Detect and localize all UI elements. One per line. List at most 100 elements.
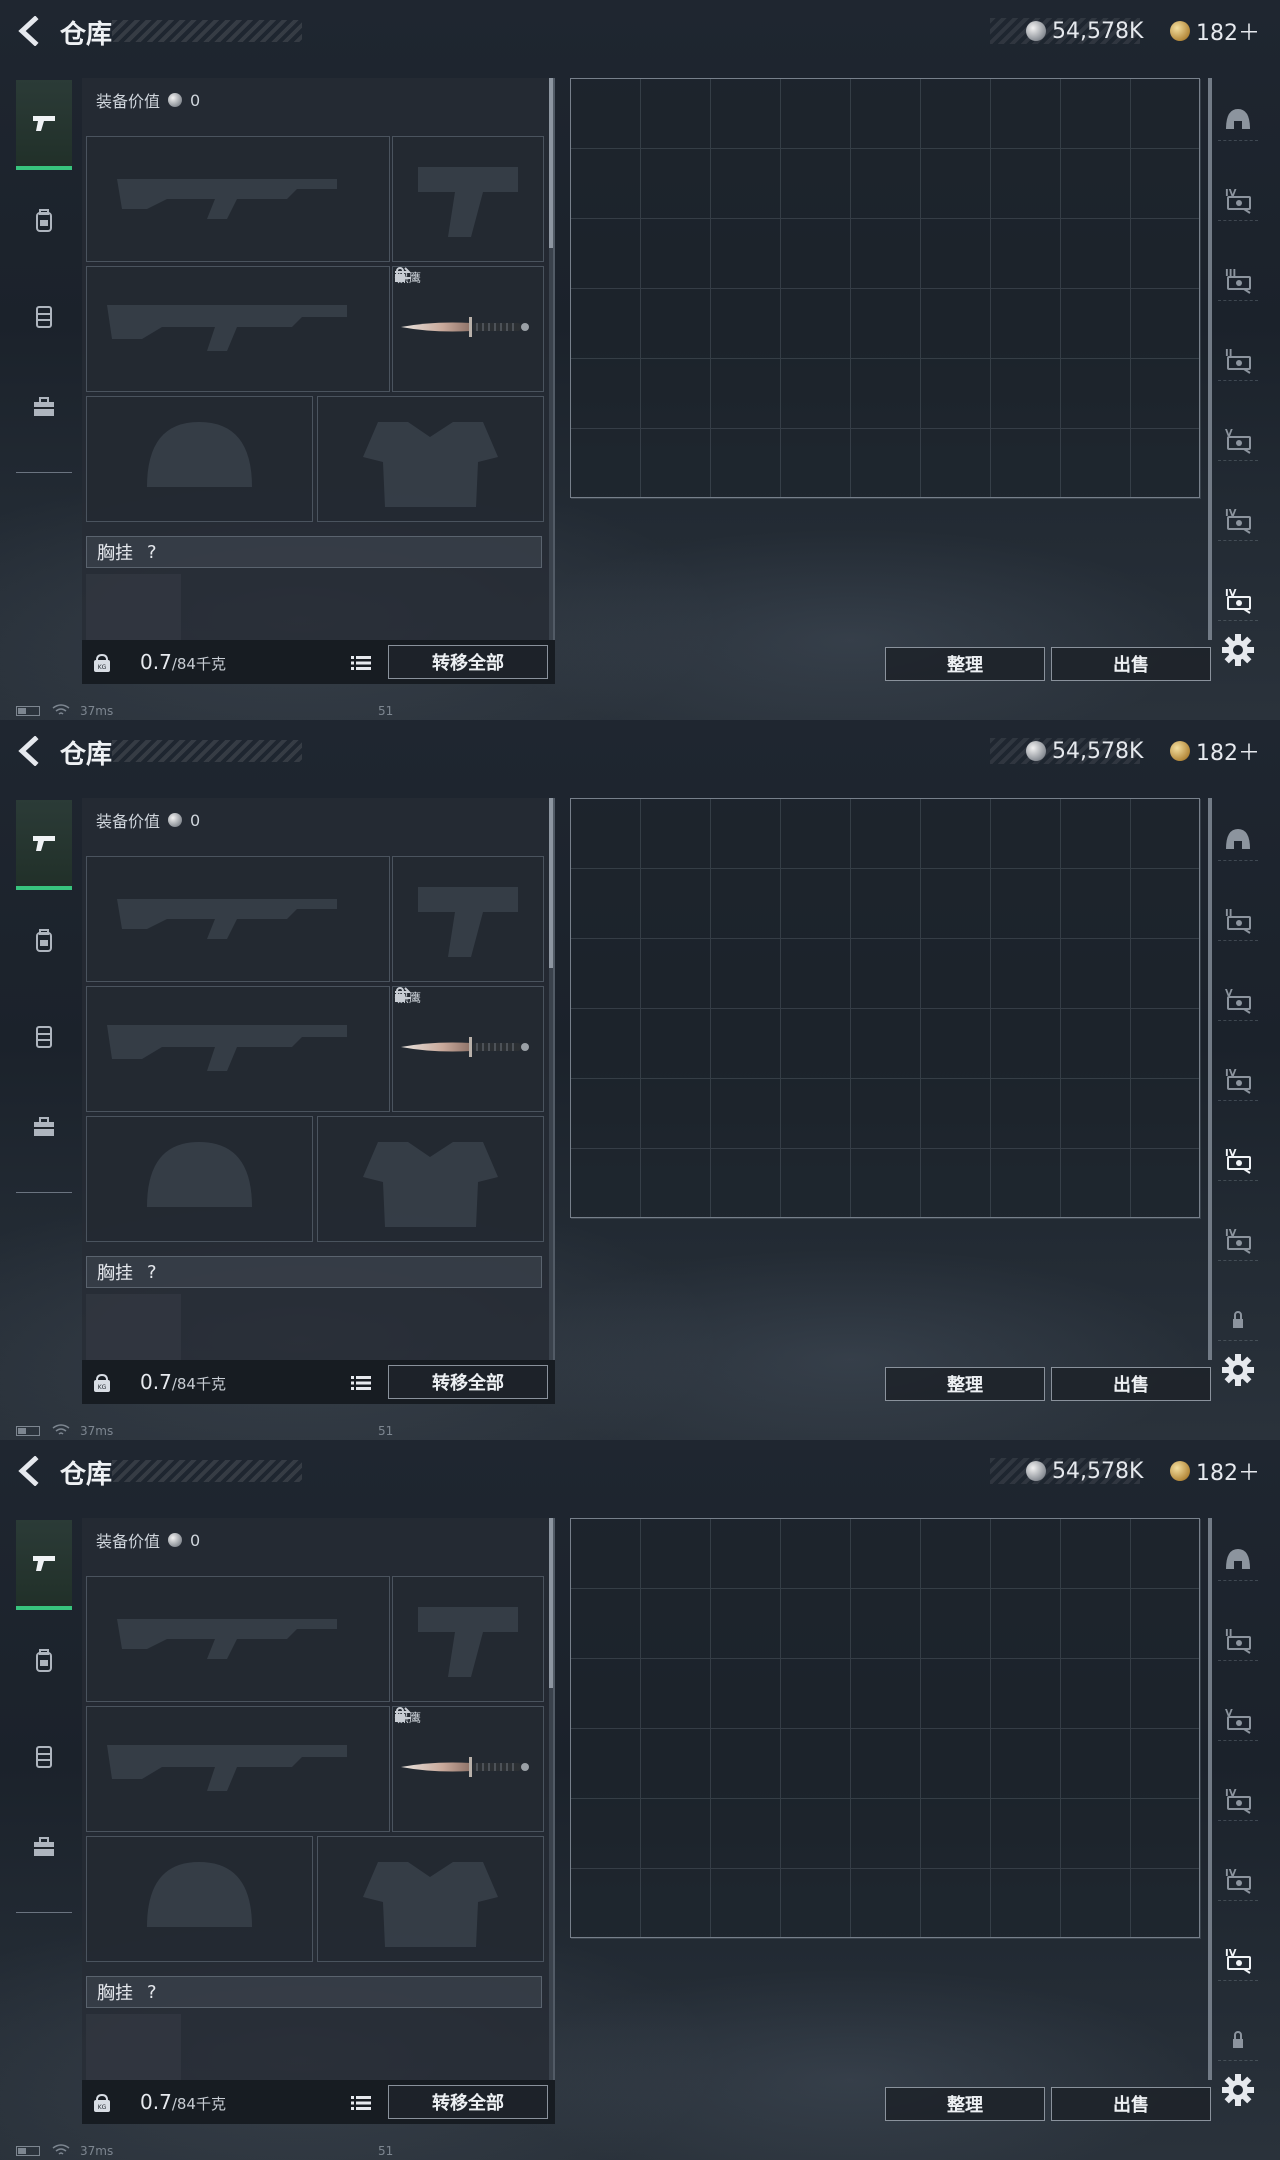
nav-toolbox[interactable] <box>16 362 72 452</box>
storage-tab-3[interactable]: V <box>1218 1700 1258 1741</box>
grid-cell[interactable] <box>1131 359 1201 429</box>
chest-rig-slot[interactable] <box>86 2014 181 2084</box>
helmet-slot[interactable] <box>86 396 313 522</box>
grid-cell[interactable] <box>781 1659 851 1729</box>
melee-slot[interactable]: 黑鹰 <box>392 266 544 392</box>
grid-cell[interactable] <box>711 1799 781 1869</box>
sort-button[interactable]: 整理 <box>885 647 1045 681</box>
storage-tab-1[interactable] <box>1218 100 1258 141</box>
grid-cell[interactable] <box>921 939 991 1009</box>
grid-cell[interactable] <box>641 149 711 219</box>
grid-cell[interactable] <box>571 149 641 219</box>
grid-cell[interactable] <box>851 79 921 149</box>
secondary-weapon-slot[interactable] <box>86 1706 390 1832</box>
grid-cell[interactable] <box>641 359 711 429</box>
pistol-slot[interactable] <box>392 1576 544 1702</box>
grid-cell[interactable] <box>991 1149 1061 1219</box>
grid-cell[interactable] <box>991 219 1061 289</box>
storage-tab-7[interactable] <box>1218 1300 1258 1341</box>
grid-cell[interactable] <box>1061 939 1131 1009</box>
grid-cell[interactable] <box>991 359 1061 429</box>
grid-cell[interactable] <box>781 429 851 499</box>
grid-cell[interactable] <box>1061 1149 1131 1219</box>
grid-cell[interactable] <box>781 289 851 359</box>
grid-cell[interactable] <box>991 1799 1061 1869</box>
secondary-weapon-slot[interactable] <box>86 986 390 1112</box>
storage-tab-5[interactable]: IV <box>1218 1140 1258 1181</box>
grid-cell[interactable] <box>1131 219 1201 289</box>
grid-cell[interactable] <box>921 219 991 289</box>
grid-cell[interactable] <box>1061 429 1131 499</box>
grid-cell[interactable] <box>921 1079 991 1149</box>
chest-rig-slot[interactable] <box>86 1294 181 1364</box>
grid-cell[interactable] <box>991 1009 1061 1079</box>
storage-grid[interactable] <box>570 798 1201 1219</box>
grid-cell[interactable] <box>641 1009 711 1079</box>
grid-cell[interactable] <box>851 1079 921 1149</box>
grid-cell[interactable] <box>781 1149 851 1219</box>
storage-grid[interactable] <box>570 78 1201 499</box>
grid-cell[interactable] <box>781 1079 851 1149</box>
storage-tab-6[interactable]: IV <box>1218 1940 1258 1981</box>
grid-cell[interactable] <box>991 289 1061 359</box>
help-icon[interactable]: ? <box>147 1982 157 2003</box>
helmet-slot[interactable] <box>86 1836 313 1962</box>
chest-rig-header[interactable]: 胸挂 ? <box>86 536 542 568</box>
grid-cell[interactable] <box>851 219 921 289</box>
armor-slot[interactable] <box>317 396 544 522</box>
gold-currency[interactable]: 182＋ <box>1170 14 1260 48</box>
storage-tab-6[interactable]: IV <box>1218 1220 1258 1261</box>
grid-cell[interactable] <box>1061 1519 1131 1589</box>
storage-tab-4[interactable]: IV <box>1218 1060 1258 1101</box>
storage-tab-4[interactable]: IV <box>1218 1780 1258 1821</box>
grid-cell[interactable] <box>851 289 921 359</box>
grid-cell[interactable] <box>1061 1799 1131 1869</box>
grid-cell[interactable] <box>1061 1079 1131 1149</box>
grid-cell[interactable] <box>711 1589 781 1659</box>
grid-cell[interactable] <box>641 939 711 1009</box>
help-icon[interactable]: ? <box>147 1262 157 1283</box>
grid-cell[interactable] <box>991 1519 1061 1589</box>
grid-cell[interactable] <box>711 869 781 939</box>
grid-cell[interactable] <box>641 1659 711 1729</box>
grid-cell[interactable] <box>851 869 921 939</box>
grid-cell[interactable] <box>711 1519 781 1589</box>
grid-cell[interactable] <box>1131 289 1201 359</box>
grid-cell[interactable] <box>641 79 711 149</box>
storage-tab-3[interactable]: V <box>1218 980 1258 1021</box>
grid-cell[interactable] <box>711 149 781 219</box>
storage-tab-1[interactable] <box>1218 1540 1258 1581</box>
nav-toolbox[interactable] <box>16 1802 72 1892</box>
gear-icon[interactable] <box>1220 632 1256 668</box>
grid-cell[interactable] <box>851 1729 921 1799</box>
grid-cell[interactable] <box>921 429 991 499</box>
grid-cell[interactable] <box>711 799 781 869</box>
grid-cell[interactable] <box>1061 79 1131 149</box>
transfer-all-button[interactable]: 转移全部 <box>388 645 548 679</box>
help-icon[interactable]: ? <box>147 542 157 563</box>
grid-cell[interactable] <box>991 1659 1061 1729</box>
secondary-weapon-slot[interactable] <box>86 266 390 392</box>
armor-slot[interactable] <box>317 1116 544 1242</box>
back-button[interactable] <box>14 734 44 768</box>
grid-cell[interactable] <box>921 1519 991 1589</box>
gear-icon[interactable] <box>1220 1352 1256 1388</box>
grid-cell[interactable] <box>851 799 921 869</box>
grid-cell[interactable] <box>1131 1869 1201 1939</box>
sell-button[interactable]: 出售 <box>1051 1367 1211 1401</box>
sort-button[interactable]: 整理 <box>885 2087 1045 2121</box>
grid-cell[interactable] <box>991 429 1061 499</box>
list-view-button[interactable] <box>346 1368 376 1398</box>
grid-cell[interactable] <box>571 1519 641 1589</box>
grid-cell[interactable] <box>781 1729 851 1799</box>
sell-button[interactable]: 出售 <box>1051 2087 1211 2121</box>
nav-weapons[interactable] <box>16 800 72 890</box>
grid-cell[interactable] <box>711 1149 781 1219</box>
grid-cell[interactable] <box>781 219 851 289</box>
grid-cell[interactable] <box>851 1799 921 1869</box>
grid-cell[interactable] <box>1061 1729 1131 1799</box>
grid-cell[interactable] <box>641 869 711 939</box>
grid-cell[interactable] <box>991 79 1061 149</box>
grid-cell[interactable] <box>571 359 641 429</box>
chest-rig-header[interactable]: 胸挂 ? <box>86 1976 542 2008</box>
